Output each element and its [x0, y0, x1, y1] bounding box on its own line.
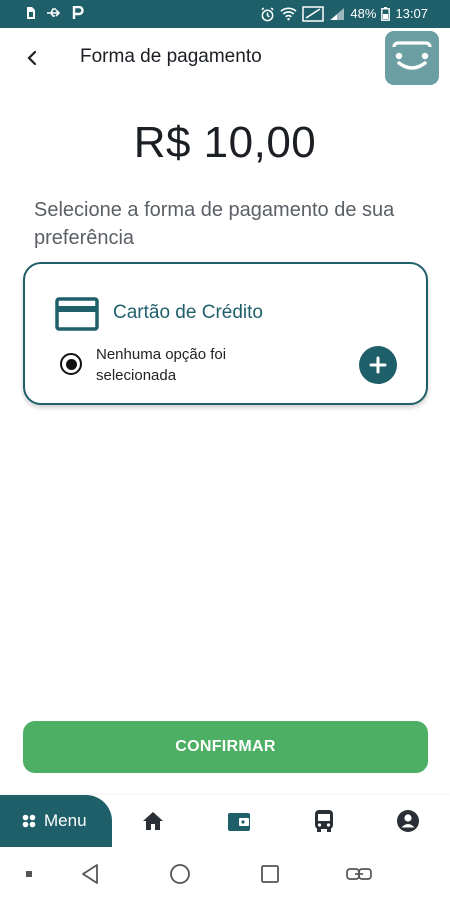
menu-grid-icon: [22, 814, 36, 828]
system-dot-button[interactable]: [16, 861, 42, 887]
system-home-button[interactable]: [167, 861, 193, 887]
recents-square-icon: [261, 865, 279, 883]
payment-amount: R$ 10,00: [133, 118, 317, 167]
no-signal-icon: [302, 6, 325, 22]
status-time: 13:07: [395, 6, 428, 21]
battery-percent: 48%: [350, 6, 377, 21]
payment-method-title: Cartão de Crédito: [113, 302, 263, 323]
alarm-icon: [261, 6, 275, 21]
payment-radio-button[interactable]: [60, 353, 82, 375]
link-icon: [346, 868, 372, 880]
system-recents-button[interactable]: [257, 861, 283, 887]
system-navigation-bar: [0, 847, 450, 900]
system-link-button[interactable]: [346, 861, 372, 887]
home-circle-icon: [170, 864, 190, 884]
menu-button[interactable]: Menu: [0, 795, 112, 847]
nav-home-button[interactable]: [139, 807, 167, 835]
status-right-icons: 48% 13:07: [260, 5, 428, 23]
menu-label: Menu: [44, 811, 87, 830]
confirm-button[interactable]: CONFIRMAR: [23, 721, 428, 773]
app-header: Forma de pagamento: [0, 28, 450, 90]
system-back-button[interactable]: [77, 861, 103, 887]
payment-method-card[interactable]: Cartão de Crédito Nenhuma opção foi sele…: [23, 262, 428, 405]
back-button[interactable]: [18, 44, 46, 72]
selection-status-text: Nenhuma opção foi selecionada: [96, 346, 227, 384]
plus-icon: [369, 356, 387, 374]
smile-bag-logo: [392, 41, 432, 70]
add-card-button[interactable]: [359, 346, 397, 384]
back-triangle-icon: [82, 864, 98, 884]
nav-bus-button[interactable]: [310, 807, 338, 835]
credit-card-icon: [55, 297, 99, 331]
nav-account-button[interactable]: [394, 807, 422, 835]
dot-icon: [26, 871, 32, 877]
status-left-icons: [26, 6, 84, 20]
page-title: Forma de pagamento: [80, 46, 262, 67]
usb-icon: [47, 8, 61, 17]
parking-icon: [72, 6, 84, 19]
account-icon: [397, 810, 419, 832]
chevron-left-icon: [27, 50, 37, 66]
nav-wallet-button[interactable]: [225, 807, 253, 835]
sim-icon: [27, 7, 35, 19]
app-logo: [385, 31, 439, 85]
payment-instructions: Selecione a forma de pagamento de sua pr…: [34, 199, 395, 249]
wallet-icon: [228, 813, 250, 831]
signal-icon: [330, 8, 345, 20]
radio-dot: [65, 358, 77, 370]
wifi-icon: [280, 7, 298, 21]
battery-icon: [381, 7, 391, 21]
home-icon: [143, 812, 163, 830]
status-bar: 48% 13:07: [0, 0, 450, 28]
bottom-navigation: Menu: [0, 795, 450, 847]
bus-icon: [315, 810, 333, 832]
